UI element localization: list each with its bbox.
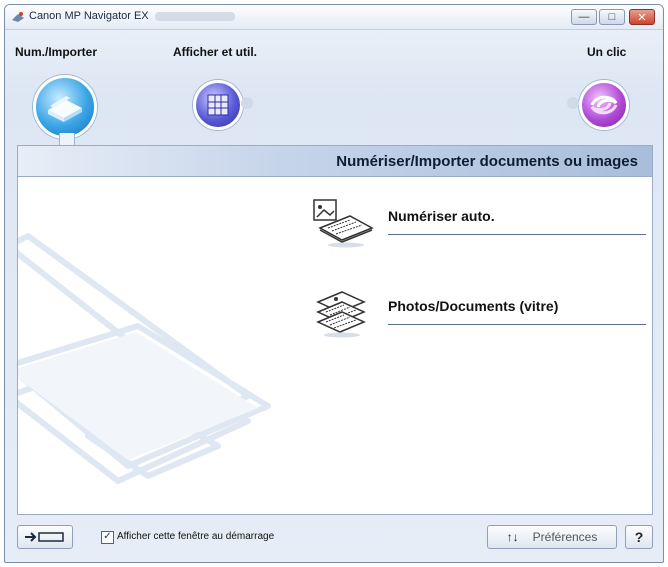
grid-icon <box>207 94 229 116</box>
scanner-icon <box>48 96 82 122</box>
title-redacted <box>155 12 235 21</box>
one-click-icon <box>590 95 618 115</box>
preferences-button[interactable]: ↑↓ Préférences <box>487 525 617 549</box>
photos-documents-label: Photos/Documents (vitre) <box>388 298 559 314</box>
tab-view-use[interactable] <box>193 80 243 130</box>
photos-documents-icon <box>316 291 366 338</box>
auto-scan-label: Numériser auto. <box>388 208 495 224</box>
minimize-button[interactable]: — <box>571 9 597 25</box>
auto-scan-action[interactable]: Numériser auto. <box>306 198 646 248</box>
close-button[interactable]: ✕ <box>629 9 655 25</box>
show-on-startup-checkbox[interactable]: ✓ <box>101 531 114 544</box>
panel-header: Numériser/Importer documents ou images <box>18 146 652 177</box>
preferences-label: Préférences <box>532 530 598 544</box>
tab-one-click-label[interactable]: Un clic <box>587 45 626 59</box>
auto-scan-underline <box>388 234 646 235</box>
app-window: Canon MP Navigator EX — □ ✕ Num./Importe… <box>4 4 664 563</box>
help-icon: ? <box>634 529 644 545</box>
show-on-startup-label[interactable]: Afficher cette fenêtre au démarrage <box>117 531 274 542</box>
tab-view-tail <box>241 97 253 109</box>
maximize-icon: □ <box>608 11 616 23</box>
tab-scan-import-label[interactable]: Num./Importer <box>15 45 97 59</box>
tab-one-click[interactable] <box>579 80 629 130</box>
title-bar: Canon MP Navigator EX — □ ✕ <box>5 5 663 30</box>
preferences-icon: ↑↓ <box>506 530 519 544</box>
close-icon: ✕ <box>637 11 647 24</box>
app-icon <box>12 12 24 22</box>
tab-view-use-label[interactable]: Afficher et util. <box>173 45 257 59</box>
scanner-illustration <box>18 233 271 484</box>
minimize-icon: — <box>578 11 590 23</box>
help-button[interactable]: ? <box>625 525 653 549</box>
tab-scan-import[interactable] <box>33 75 97 139</box>
scan-import-panel: Numériser/Importer documents ou images N… <box>17 145 653 515</box>
tab-one-click-tail <box>567 97 579 109</box>
auto-scan-icon <box>313 199 374 248</box>
arrow-right-icon <box>25 532 64 542</box>
photos-documents-underline <box>388 324 646 325</box>
panel-title: Numériser/Importer documents ou images <box>336 153 638 170</box>
photos-documents-action[interactable]: Photos/Documents (vitre) <box>306 288 646 338</box>
maximize-button[interactable]: □ <box>599 9 625 25</box>
footer-bar: ✓ Afficher cette fenêtre au démarrage ↑↓… <box>17 521 653 553</box>
switch-mode-button[interactable] <box>17 525 73 549</box>
window-title: Canon MP Navigator EX <box>29 10 149 22</box>
